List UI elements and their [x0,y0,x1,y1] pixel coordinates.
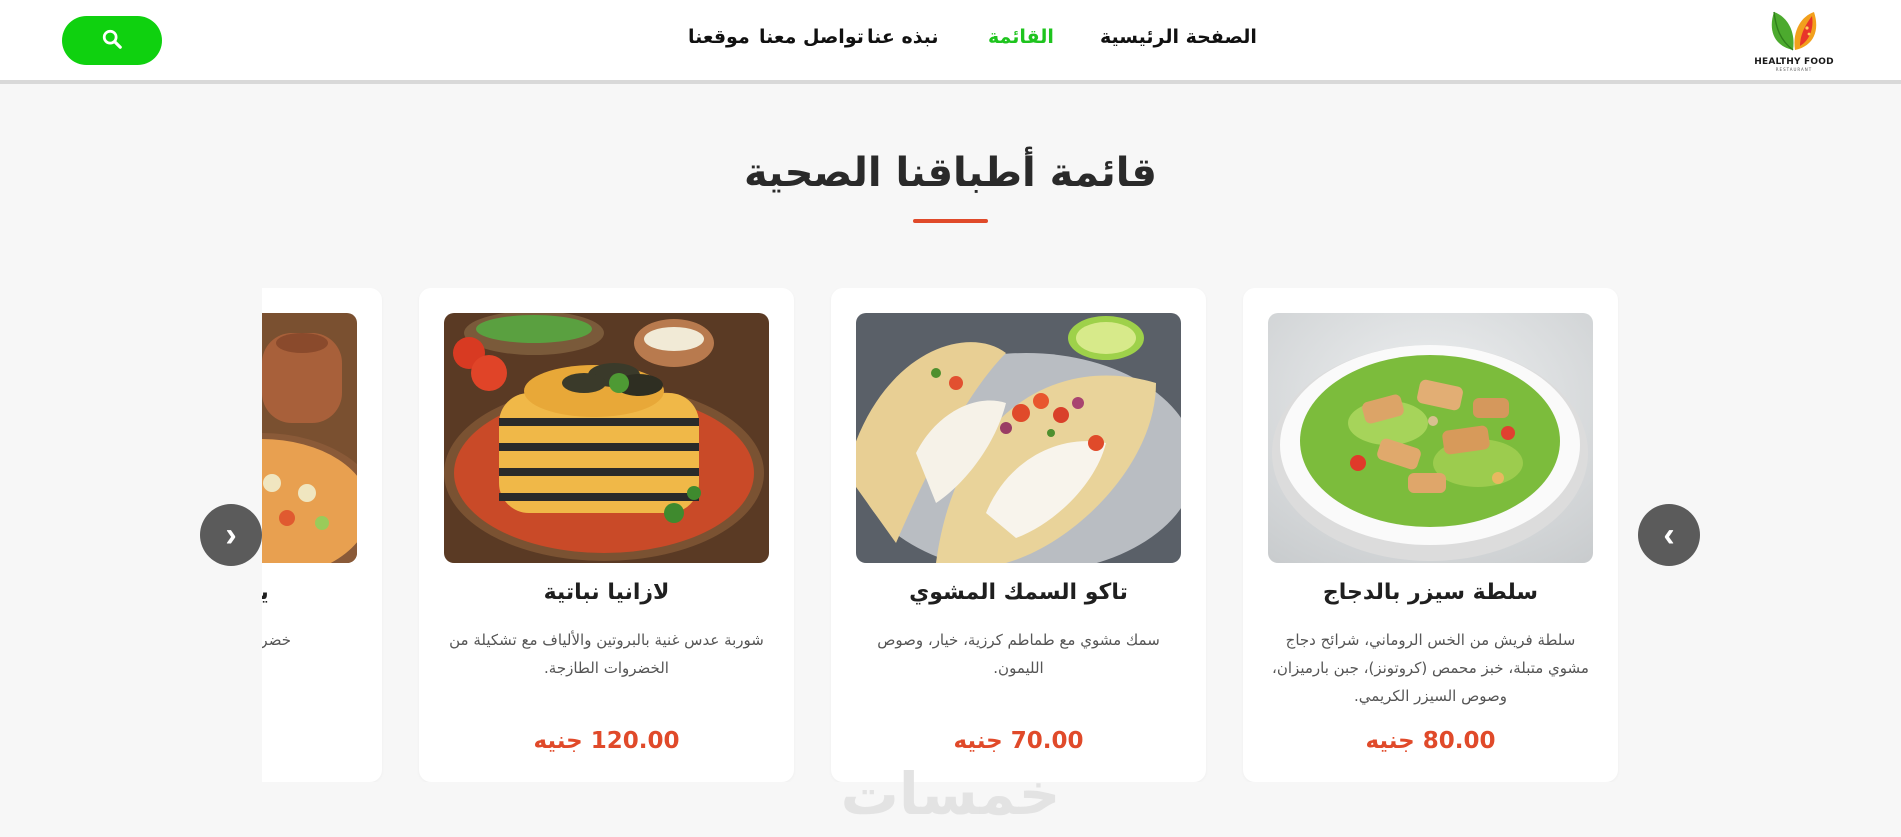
chevron-right-icon: › [225,516,237,554]
card-price: 70.00 جنيه [953,728,1084,754]
logo-subtext: RESTAURANT [1775,67,1813,72]
carousel-next-button[interactable]: ‹ [1638,504,1700,566]
menu-carousel: سلطة سيزر بالدجاج سلطة فريش من الخس الرو… [262,288,1641,782]
vegetable-lasagna-photo [444,313,769,563]
card-price: 80.00 جنيه [1365,728,1496,754]
card-description: شوربة عدس غنية بالبروتين والألياف مع تشك… [449,631,764,677]
menu-section-title: قائمة أطباقنا الصحية [744,150,1157,196]
nav-item-menu[interactable]: القائمة [988,26,1054,48]
carousel-prev-button[interactable]: › [200,504,262,566]
leaf-logo-icon [1764,6,1824,56]
menu-card[interactable]: يخنة خضروات خضروات مشوية تقدم في وعاء [262,288,382,782]
search-icon [101,28,123,53]
card-description: سمك مشوي مع طماطم كرزية، خيار، وصوص اللي… [877,631,1160,677]
chevron-left-icon: ‹ [1663,516,1675,554]
menu-card[interactable]: لازانيا نباتية شوربة عدس غنية بالبروتين … [419,288,794,782]
nav-item-location[interactable]: موقعنا [688,26,750,48]
card-title: يخنة خضروات [262,580,372,605]
watermark-logo: خمسات [840,760,1061,828]
fish-taco-photo [856,313,1181,563]
card-description: خضروات مشوية تقدم في وعاء [262,631,291,649]
card-description: سلطة فريش من الخس الروماني، شرائح دجاج م… [1272,631,1589,705]
logo-text: HEALTHY FOOD [1754,57,1834,67]
card-price: 120.00 جنيه [533,728,680,754]
nav-item-home[interactable]: الصفحة الرئيسية [1100,26,1257,48]
title-underline [913,219,988,223]
nav-item-about[interactable]: نبذه عنا [867,26,939,48]
card-title: لازانيا نباتية [543,580,670,605]
menu-card[interactable]: تاكو السمك المشوي سمك مشوي مع طماطم كرزي… [831,288,1206,782]
nav-item-contact[interactable]: تواصل معنا [759,26,864,48]
top-header: موقعنا تواصل معنا نبذه عنا القائمة الصفح… [0,0,1901,84]
menu-card[interactable]: سلطة سيزر بالدجاج سلطة فريش من الخس الرو… [1243,288,1618,782]
brand-logo[interactable]: HEALTHY FOOD RESTAURANT [1754,6,1834,76]
card-title: تاكو السمك المشوي [909,580,1128,605]
vegetable-stew-photo [262,313,357,563]
card-title: سلطة سيزر بالدجاج [1322,580,1539,605]
search-button[interactable] [62,16,162,65]
caesar-salad-photo [1268,313,1593,563]
